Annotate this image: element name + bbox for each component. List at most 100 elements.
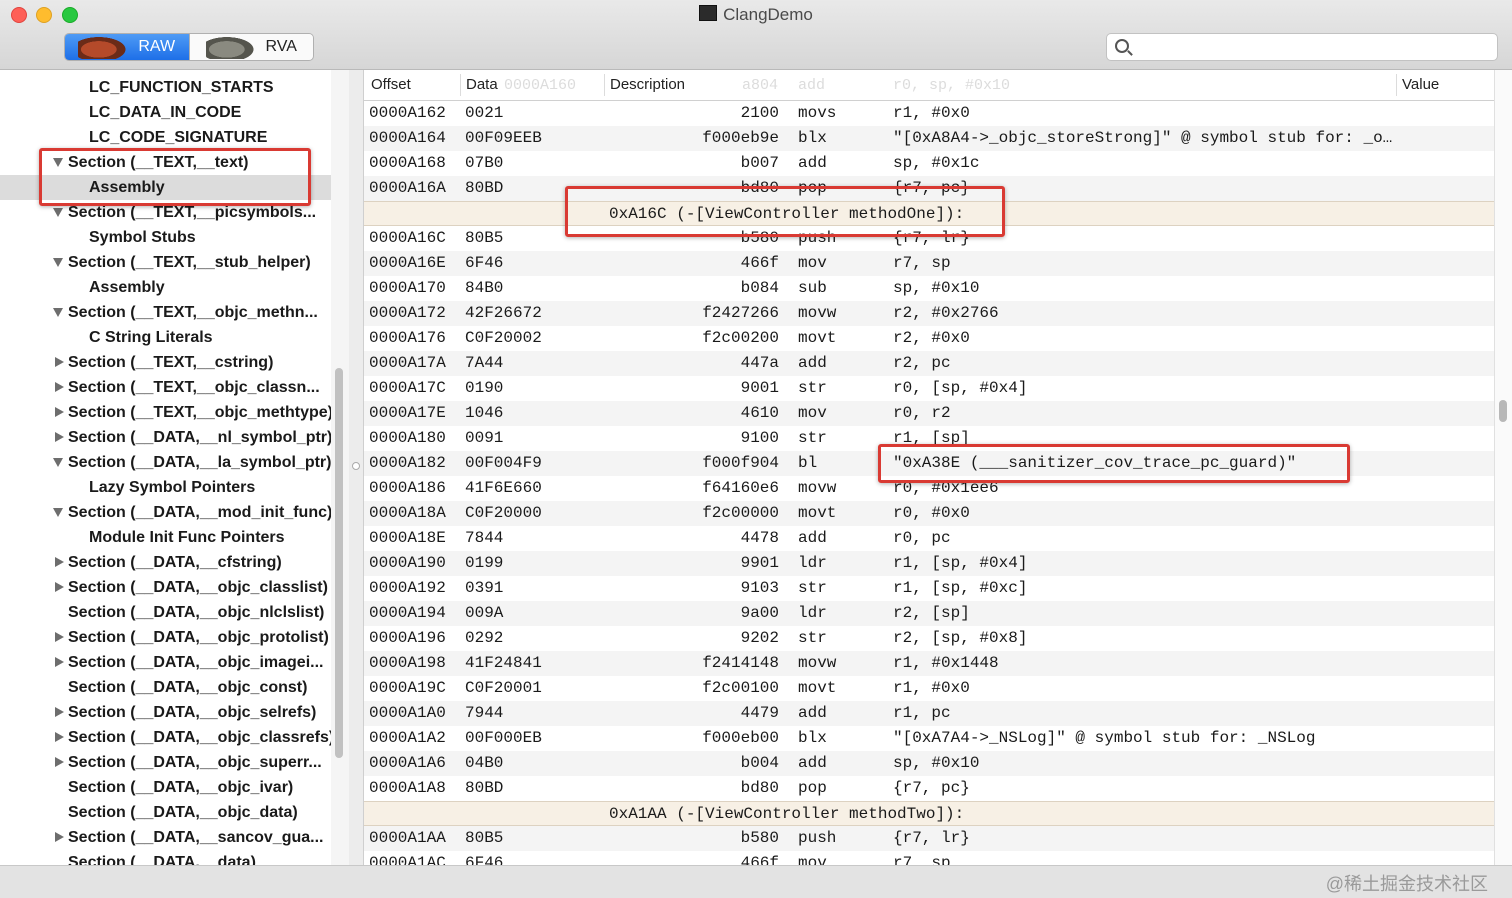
disclosure-collapsed-icon[interactable] xyxy=(55,557,64,567)
raw-mode-button[interactable]: RAW xyxy=(65,34,189,60)
function-label-row[interactable]: 0xA1AA (-[ViewController methodTwo]): xyxy=(364,801,1495,826)
table-scroll-thumb[interactable] xyxy=(1499,400,1507,422)
sidebar-item[interactable]: Section (__TEXT,__cstring) xyxy=(0,350,331,375)
table-row[interactable]: 0000A17A 7A44 447a add r2, pc xyxy=(364,351,1495,376)
disclosure-collapsed-icon[interactable] xyxy=(55,707,64,717)
table-row[interactable]: 0000A1A6 04B0 b004 add sp, #0x10 xyxy=(364,751,1495,776)
disclosure-collapsed-icon[interactable] xyxy=(55,732,64,742)
disclosure-expanded-icon[interactable] xyxy=(53,258,63,267)
sidebar-item[interactable]: Section (__DATA,__objc_classrefs) xyxy=(0,725,331,750)
sidebar-item[interactable]: Section (__DATA,__objc_superr... xyxy=(0,750,331,775)
table-row[interactable]: 0000A186 41F6E660 f64160e6 movw r0, #0x1ee6 xyxy=(364,476,1495,501)
sidebar-item[interactable]: Section (__DATA,__objc_nlclslist) xyxy=(0,600,331,625)
sidebar-item[interactable]: Section (__DATA,__objc_imagei... xyxy=(0,650,331,675)
search-field[interactable] xyxy=(1106,33,1498,61)
disclosure-expanded-icon[interactable] xyxy=(53,508,63,517)
table-row[interactable]: 0000A1A2 00F000EB f000eb00 blx "[0xA7A4->_NS… xyxy=(364,726,1495,751)
sidebar-item[interactable]: Section (__DATA,__mod_init_func) xyxy=(0,500,331,525)
sidebar-item[interactable]: Section (__TEXT,__objc_methn... xyxy=(0,300,331,325)
search-input[interactable] xyxy=(1137,36,1491,58)
sidebar-item[interactable]: Section (__TEXT,__objc_methtype) xyxy=(0,400,331,425)
table-row[interactable]: 0000A198 41F24841 f2414148 movw r1, #0x1448 xyxy=(364,651,1495,676)
table-row[interactable]: 0000A162 0021 2100 movs r1, #0x0 xyxy=(364,101,1495,126)
function-label-row[interactable]: 0xA16C (-[ViewController methodOne]): xyxy=(364,201,1495,226)
table-row[interactable]: 0000A190 0199 9901 ldr r1, [sp, #0x4] xyxy=(364,551,1495,576)
table-row[interactable]: 0000A194 009A 9a00 ldr r2, [sp] xyxy=(364,601,1495,626)
table-row[interactable]: 0000A1AC 6F46 466f mov r7, sp xyxy=(364,851,1495,865)
disclosure-expanded-icon[interactable] xyxy=(53,208,63,217)
column-header-data[interactable]: Data xyxy=(466,76,498,93)
sidebar-item[interactable]: Section (__DATA,__cfstring) xyxy=(0,550,331,575)
sidebar-scroll-thumb[interactable] xyxy=(335,368,343,758)
table-row[interactable]: 0000A176 C0F20002 f2c00200 movt r2, #0x0 xyxy=(364,326,1495,351)
disclosure-collapsed-icon[interactable] xyxy=(55,757,64,767)
table-row[interactable]: 0000A170 84B0 b084 sub sp, #0x10 xyxy=(364,276,1495,301)
sidebar-item[interactable]: Assembly xyxy=(0,175,331,200)
table-row[interactable]: 0000A172 42F26672 f2427266 movw r2, #0x2766 xyxy=(364,301,1495,326)
disclosure-collapsed-icon[interactable] xyxy=(55,382,64,392)
table-row[interactable]: 0000A16E 6F46 466f mov r7, sp xyxy=(364,251,1495,276)
disclosure-collapsed-icon[interactable] xyxy=(55,657,64,667)
sidebar-item[interactable]: C String Literals xyxy=(0,325,331,350)
sidebar-item[interactable]: LC_FUNCTION_STARTS xyxy=(0,75,331,100)
column-divider[interactable] xyxy=(604,74,605,96)
sidebar-item[interactable]: Section (__TEXT,__text) xyxy=(0,150,331,175)
rva-mode-button[interactable]: RVA xyxy=(188,34,313,60)
disclosure-collapsed-icon[interactable] xyxy=(55,582,64,592)
table-scrollbar[interactable] xyxy=(1494,70,1512,865)
column-divider[interactable] xyxy=(1396,74,1397,96)
table-row[interactable]: 0000A1AA 80B5 b580 push {r7, lr} xyxy=(364,826,1495,851)
sidebar-item[interactable]: Section (__DATA,__objc_const) xyxy=(0,675,331,700)
table-row[interactable]: 0000A182 00F004F9 f000f904 bl "0xA38E (___sa… xyxy=(364,451,1495,476)
table-row[interactable]: 0000A164 00F09EEB f000eb9e blx "[0xA8A4->_ob… xyxy=(364,126,1495,151)
sidebar-scrollbar[interactable] xyxy=(331,70,350,865)
table-row[interactable]: 0000A17E 1046 4610 mov r0, r2 xyxy=(364,401,1495,426)
table-row[interactable]: 0000A18A C0F20000 f2c00000 movt r0, #0x0 xyxy=(364,501,1495,526)
sidebar-item[interactable]: Symbol Stubs xyxy=(0,225,331,250)
table-row[interactable]: 0000A17C 0190 9001 str r0, [sp, #0x4] xyxy=(364,376,1495,401)
sidebar-item[interactable]: Section (__DATA,__sancov_gua... xyxy=(0,825,331,850)
sidebar-item[interactable]: Section (__DATA,__objc_protolist) xyxy=(0,625,331,650)
table-row[interactable]: 0000A16C 80B5 b580 push {r7, lr} xyxy=(364,226,1495,251)
split-view-divider[interactable] xyxy=(349,70,363,865)
sidebar-item[interactable]: Section (__TEXT,__picsymbols... xyxy=(0,200,331,225)
column-header-value[interactable]: Value xyxy=(1402,76,1439,93)
sidebar-item[interactable]: LC_CODE_SIGNATURE xyxy=(0,125,331,150)
sidebar-item[interactable]: Lazy Symbol Pointers xyxy=(0,475,331,500)
sidebar-item[interactable]: LC_DATA_IN_CODE xyxy=(0,100,331,125)
sidebar-item[interactable]: Section (__DATA,__objc_selrefs) xyxy=(0,700,331,725)
sidebar-item[interactable]: Section (__DATA,__la_symbol_ptr) xyxy=(0,450,331,475)
sidebar-item[interactable]: Section (__DATA,__nl_symbol_ptr) xyxy=(0,425,331,450)
sidebar-item[interactable]: Section (__TEXT,__objc_classn... xyxy=(0,375,331,400)
disclosure-expanded-icon[interactable] xyxy=(53,458,63,467)
table-row[interactable]: 0000A18E 7844 4478 add r0, pc xyxy=(364,526,1495,551)
table-row[interactable]: 0000A1A0 7944 4479 add r1, pc xyxy=(364,701,1495,726)
disclosure-expanded-icon[interactable] xyxy=(53,158,63,167)
table-row[interactable]: 0000A168 07B0 b007 add sp, #0x1c xyxy=(364,151,1495,176)
disclosure-expanded-icon[interactable] xyxy=(53,308,63,317)
divider-handle[interactable] xyxy=(352,462,360,470)
table-row[interactable]: 0000A196 0292 9202 str r2, [sp, #0x8] xyxy=(364,626,1495,651)
sidebar-item[interactable]: Section (__DATA,__objc_classlist) xyxy=(0,575,331,600)
address-mode-segmented-control[interactable]: RAW RVA xyxy=(64,33,314,61)
table-row[interactable]: 0000A180 0091 9100 str r1, [sp] xyxy=(364,426,1495,451)
column-divider[interactable] xyxy=(460,74,461,96)
sidebar-item[interactable]: Section (__DATA,__objc_data) xyxy=(0,800,331,825)
disclosure-collapsed-icon[interactable] xyxy=(55,632,64,642)
table-row[interactable]: 0000A1A8 80BD bd80 pop {r7, pc} xyxy=(364,776,1495,801)
sidebar-item[interactable]: Section (__DATA,__objc_ivar) xyxy=(0,775,331,800)
disclosure-collapsed-icon[interactable] xyxy=(55,357,64,367)
disclosure-collapsed-icon[interactable] xyxy=(55,432,64,442)
table-row[interactable]: 0000A192 0391 9103 str r1, [sp, #0xc] xyxy=(364,576,1495,601)
table-row[interactable]: 0000A19C C0F20001 f2c00100 movt r1, #0x0 xyxy=(364,676,1495,701)
sidebar-item[interactable]: Section (__TEXT,__stub_helper) xyxy=(0,250,331,275)
sidebar-item[interactable]: Module Init Func Pointers xyxy=(0,525,331,550)
sidebar-item[interactable]: Section (__DATA,__data) xyxy=(0,850,331,865)
disassembly-table[interactable]: 0000A160 a804 add r0, sp, #0x10 Offset D… xyxy=(363,70,1495,865)
table-row[interactable]: 0000A16A 80BD bd80 pop {r7, pc} xyxy=(364,176,1495,201)
sidebar-outline[interactable]: LC_FUNCTION_STARTS LC_DATA_IN_CODE LC_CODE… xyxy=(0,70,332,865)
sidebar-item[interactable]: Assembly xyxy=(0,275,331,300)
disclosure-collapsed-icon[interactable] xyxy=(55,407,64,417)
disclosure-collapsed-icon[interactable] xyxy=(55,832,64,842)
column-header-description[interactable]: Description xyxy=(610,76,685,93)
